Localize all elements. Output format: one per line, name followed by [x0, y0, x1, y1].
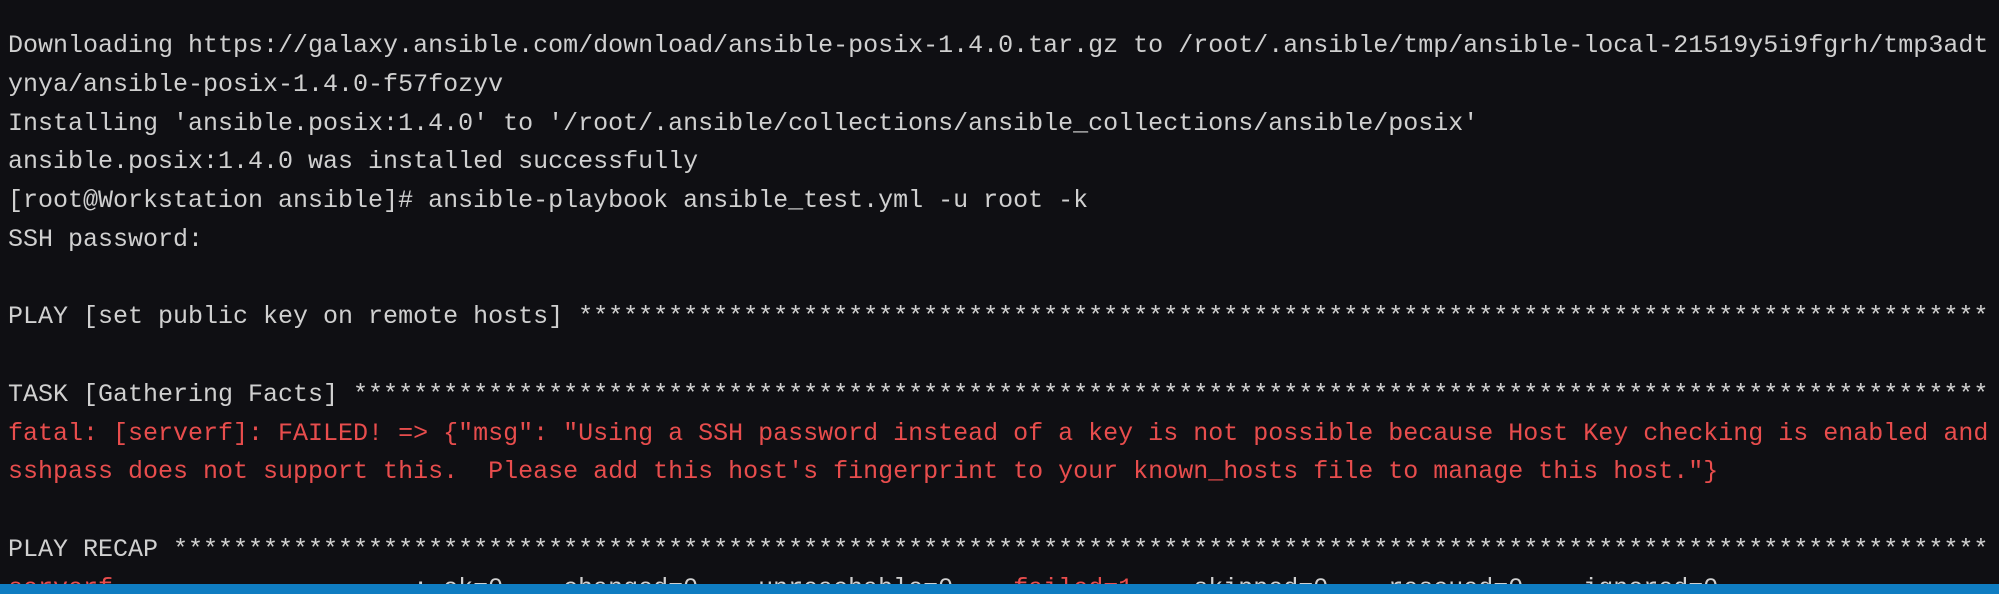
play-header: PLAY [set public key on remote hosts] **… — [8, 302, 1988, 331]
terminal-line: ansible.posix:1.4.0 was installed succes… — [8, 147, 698, 176]
fatal-error: fatal: [serverf]: FAILED! => {"msg": "Us… — [8, 419, 1999, 487]
terminal-line: SSH password: — [8, 225, 203, 254]
terminal-output[interactable]: Downloading https://galaxy.ansible.com/d… — [0, 25, 1999, 594]
terminal-prompt: [root@Workstation ansible]# ansible-play… — [8, 186, 1088, 215]
terminal-line: Downloading https://galaxy.ansible.com/d… — [8, 31, 1988, 99]
recap-header: PLAY RECAP *****************************… — [8, 535, 1988, 564]
terminal-line: Installing 'ansible.posix:1.4.0' to '/ro… — [8, 109, 1478, 138]
task-header: TASK [Gathering Facts] *****************… — [8, 380, 1988, 409]
status-bar — [0, 584, 1999, 594]
